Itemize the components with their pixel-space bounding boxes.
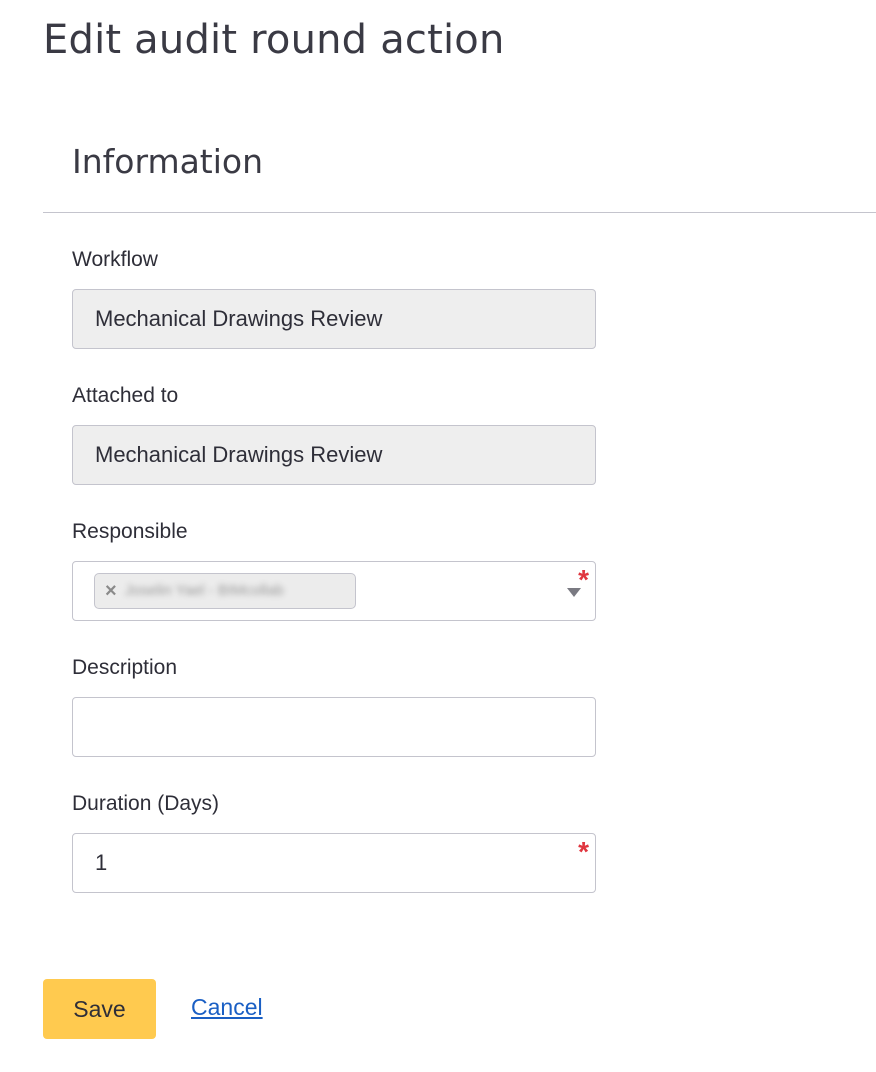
chevron-down-icon[interactable] — [567, 588, 581, 597]
workflow-value: Mechanical Drawings Review — [95, 306, 383, 331]
attached-to-field: Mechanical Drawings Review — [72, 425, 596, 485]
close-icon[interactable]: × — [105, 574, 117, 608]
description-label: Description — [72, 656, 178, 679]
attached-to-label: Attached to — [72, 384, 179, 407]
workflow-field: Mechanical Drawings Review — [72, 289, 596, 349]
workflow-label: Workflow — [72, 248, 158, 271]
page-title: Edit audit round action — [43, 17, 505, 63]
description-field-wrapper — [72, 697, 596, 757]
section-title: Information — [72, 142, 264, 181]
duration-label: Duration (Days) — [72, 792, 220, 815]
attached-to-value: Mechanical Drawings Review — [95, 442, 383, 467]
section-divider — [43, 212, 876, 213]
save-button[interactable]: Save — [43, 979, 156, 1039]
duration-field-wrapper: * — [72, 833, 596, 893]
duration-input[interactable] — [73, 834, 595, 892]
responsible-chip: × Joselin Yael - BIMcollab — [94, 573, 356, 609]
required-indicator: * — [578, 836, 589, 867]
description-input[interactable] — [73, 698, 595, 756]
cancel-link[interactable]: Cancel — [191, 993, 263, 1021]
responsible-chip-label: Joselin Yael - BIMcollab — [125, 582, 284, 599]
responsible-select[interactable]: × Joselin Yael - BIMcollab * — [72, 561, 596, 621]
responsible-label: Responsible — [72, 520, 188, 543]
